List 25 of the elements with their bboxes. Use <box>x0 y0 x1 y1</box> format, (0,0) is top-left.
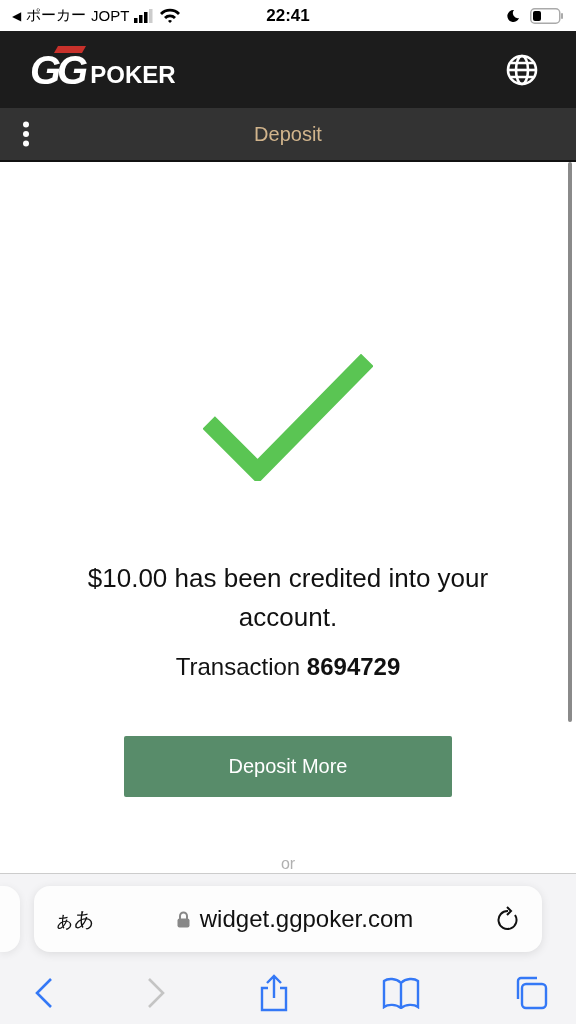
battery-icon <box>530 7 564 24</box>
book-icon[interactable] <box>382 977 420 1009</box>
carrier-name: JOPT <box>91 7 130 24</box>
text-size-button[interactable]: ぁあ <box>54 905 94 933</box>
credited-message: $10.00 has been credited into your account. <box>86 562 490 635</box>
back-glyph[interactable]: ◀ <box>12 8 21 23</box>
address-bar[interactable]: ぁあ widget.ggpoker.com <box>34 886 542 952</box>
signal-icon <box>134 8 155 23</box>
separator-text: or <box>280 855 296 873</box>
share-icon[interactable] <box>258 974 290 1012</box>
ggpoker-logo[interactable]: GG POKER <box>30 49 176 90</box>
globe-icon[interactable] <box>506 53 538 86</box>
back-app-label[interactable]: ポーカー <box>26 6 86 25</box>
deposit-more-button[interactable]: Deposit More <box>124 736 452 797</box>
transaction-text: Transaction 8694729 <box>175 653 401 682</box>
url-text: widget.ggpoker.com <box>199 905 414 933</box>
clock: 22:41 <box>266 5 310 26</box>
page-title: Deposit <box>254 122 322 146</box>
back-icon[interactable] <box>34 977 54 1009</box>
lock-icon <box>176 910 190 928</box>
moon-icon <box>506 8 520 23</box>
more-menu-icon[interactable] <box>22 121 30 147</box>
reload-icon[interactable] <box>496 906 520 932</box>
checkmark-icon <box>203 354 373 482</box>
wifi-icon <box>159 7 182 24</box>
